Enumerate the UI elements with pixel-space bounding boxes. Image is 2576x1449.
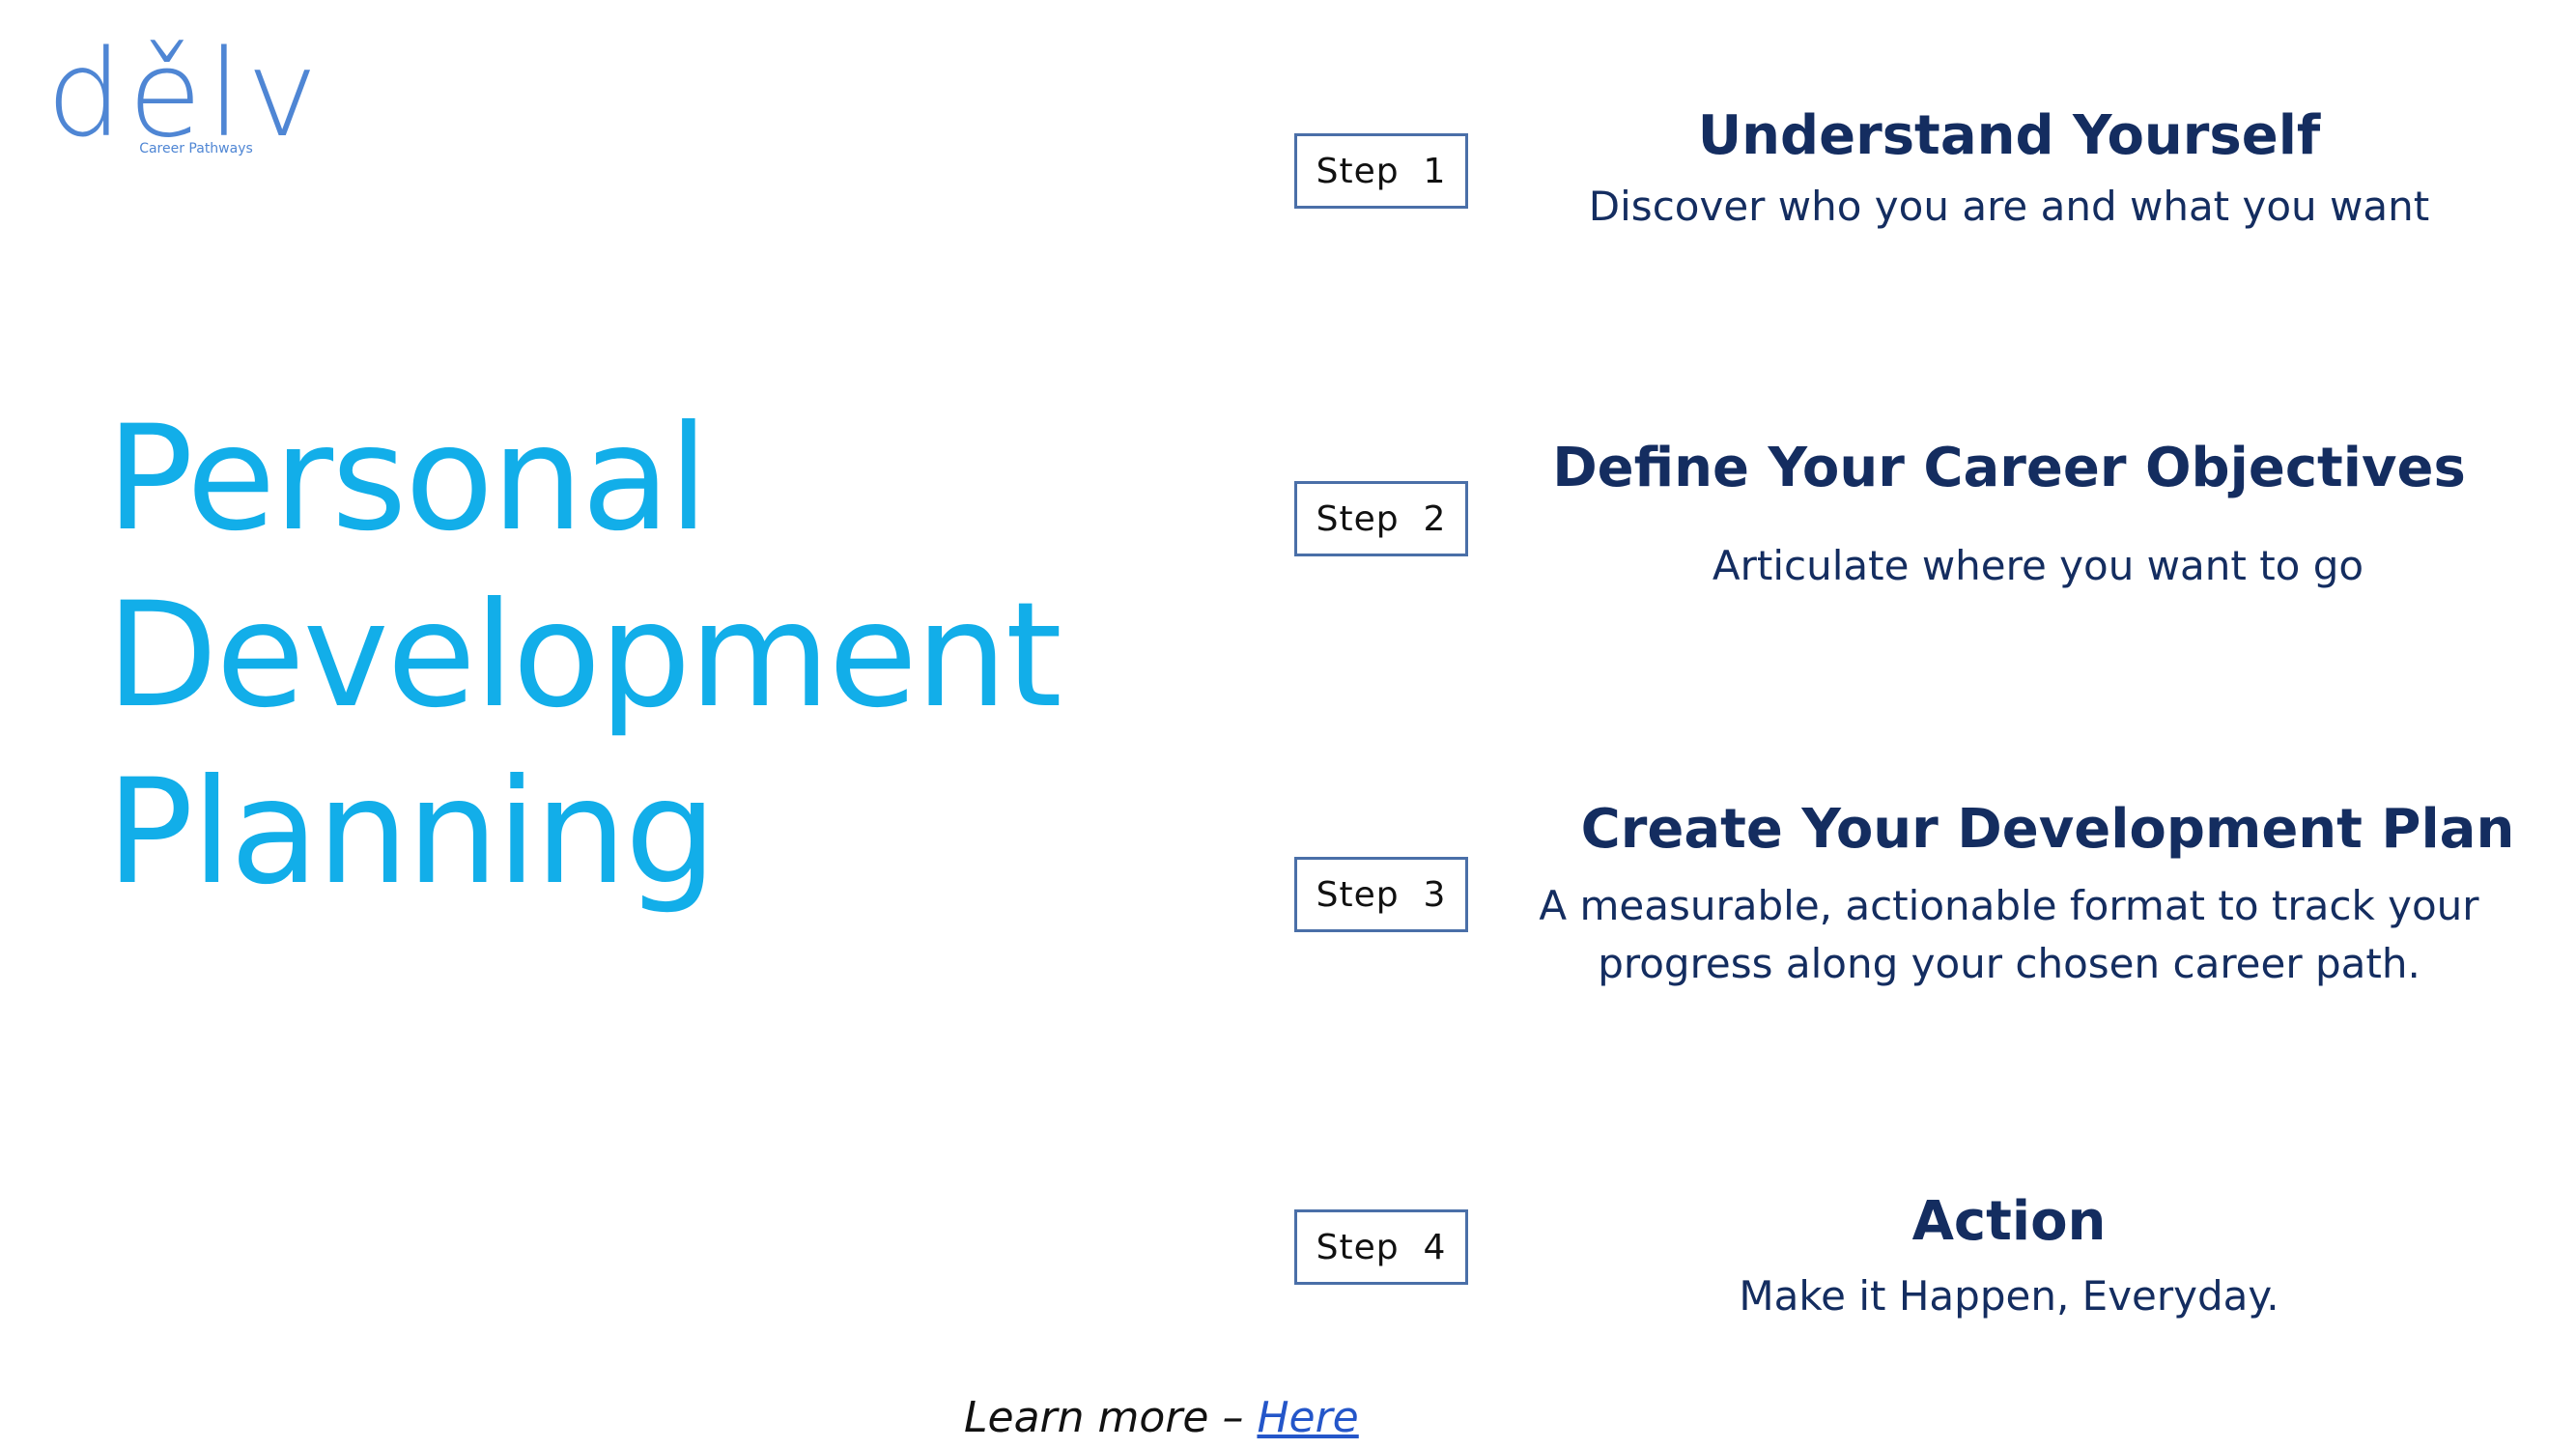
step-3-box: Step 3 [1294, 857, 1468, 932]
step-3-heading: Create Your Development Plan [1580, 798, 2515, 861]
step-3-description: A measurable, actionable format to track… [1539, 882, 2479, 987]
step-4-description: Make it Happen, Everyday. [1739, 1272, 2279, 1320]
step-2-box: Step 2 [1294, 481, 1468, 556]
title-line-1: Personal [106, 395, 709, 563]
learn-more-text: Learn more – [964, 1393, 1258, 1442]
step-2-heading: Define Your Career Objectives [1552, 437, 2466, 499]
here-link[interactable]: Here [1257, 1393, 1358, 1442]
logo-tagline: Career Pathways [139, 141, 253, 156]
step-1-description: Discover who you are and what you want [1588, 183, 2430, 230]
step-2-description: Articulate where you want to go [1712, 542, 2364, 589]
title-line-3: Planning [106, 749, 717, 917]
step-1-heading: Understand Yourself [1697, 104, 2321, 167]
delv-logo: dělv Career Pathways [46, 27, 318, 172]
learn-more-footer: Learn more – Here [964, 1393, 1359, 1442]
step-4-box: Step 4 [1294, 1209, 1468, 1285]
step-4-heading: Action [1911, 1190, 2107, 1253]
step-1-box: Step 1 [1294, 133, 1468, 209]
page-title: Personal Development Planning [106, 391, 1169, 922]
title-line-2: Development [106, 572, 1062, 740]
